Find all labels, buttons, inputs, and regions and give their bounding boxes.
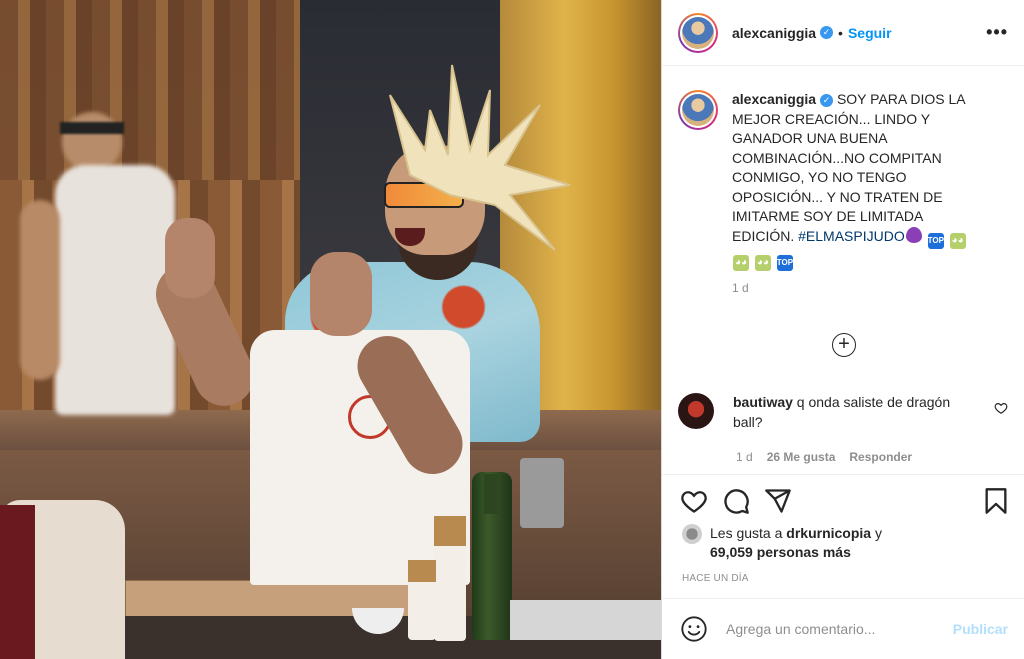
post-side-panel: alexcaniggia ✓ • Seguir ••• alexcaniggia… bbox=[661, 0, 1024, 659]
smile-icon[interactable] bbox=[680, 615, 708, 643]
verified-badge-icon: ✓ bbox=[820, 26, 834, 39]
caption-author-avatar[interactable] bbox=[678, 90, 718, 130]
commenter-username[interactable]: bautiway bbox=[733, 394, 793, 410]
likes-text: Les gusta a drkurnicopia y 69,059 person… bbox=[710, 524, 882, 562]
add-comment-bar: Publicar bbox=[662, 598, 1024, 659]
post-photo[interactable] bbox=[0, 0, 661, 659]
top-emoji-icon: TOP bbox=[776, 254, 793, 271]
hashtag-link[interactable]: #ELMASPIJUDO bbox=[798, 228, 905, 244]
caption: alexcaniggia ✓ SOY PARA DIOS LA MEJOR CRE… bbox=[678, 90, 1008, 298]
share-icon[interactable] bbox=[764, 487, 792, 515]
likes-count[interactable]: 69,059 personas más bbox=[710, 544, 851, 560]
commenter-avatar[interactable] bbox=[678, 393, 714, 429]
bookmark-icon[interactable] bbox=[982, 487, 1010, 515]
liker-username[interactable]: drkurnicopia bbox=[786, 525, 871, 541]
pig-nose-emoji-icon: ◕◕ bbox=[733, 254, 749, 271]
action-bar bbox=[662, 474, 1024, 526]
comment-time[interactable]: 1 d bbox=[736, 450, 753, 464]
post-header: alexcaniggia ✓ • Seguir ••• bbox=[662, 0, 1024, 66]
comment-meta: 1 d 26 Me gusta Responder bbox=[736, 450, 912, 464]
spiky-hair-shape bbox=[389, 64, 571, 251]
pig-nose-emoji-icon: ◕◕ bbox=[949, 232, 966, 249]
verified-badge-icon: ✓ bbox=[820, 93, 834, 107]
follow-button[interactable]: Seguir bbox=[848, 25, 892, 41]
comment-likes[interactable]: 26 Me gusta bbox=[767, 450, 836, 464]
publish-button[interactable]: Publicar bbox=[953, 621, 1008, 637]
top-emoji-icon: TOP bbox=[927, 232, 944, 249]
caption-time[interactable]: 1 d bbox=[732, 279, 982, 299]
likes-prefix: Les gusta a bbox=[710, 525, 783, 541]
comment-like-heart-icon[interactable] bbox=[994, 401, 1008, 415]
plus-circle-icon[interactable]: + bbox=[832, 333, 856, 357]
caption-username[interactable]: alexcaniggia bbox=[732, 91, 816, 107]
post-age[interactable]: HACE UN DÍA bbox=[682, 573, 749, 584]
liker-avatar[interactable] bbox=[682, 524, 702, 544]
heart-icon[interactable] bbox=[680, 487, 708, 515]
likes-connector: y bbox=[874, 525, 882, 541]
comment-input[interactable] bbox=[724, 620, 948, 638]
comment-text: bautiway q onda saliste de dragón ball? bbox=[733, 393, 958, 432]
separator-dot: • bbox=[838, 24, 843, 41]
likes-summary: Les gusta a drkurnicopia y 69,059 person… bbox=[682, 524, 882, 562]
more-options-icon[interactable]: ••• bbox=[986, 22, 1008, 43]
author-username[interactable]: alexcaniggia bbox=[732, 25, 816, 41]
instagram-post: alexcaniggia ✓ • Seguir ••• alexcaniggia… bbox=[0, 0, 1024, 659]
reply-button[interactable]: Responder bbox=[849, 450, 912, 464]
comment-item: bautiway q onda saliste de dragón ball? bbox=[678, 393, 1008, 432]
author-avatar[interactable] bbox=[678, 12, 718, 53]
caption-text: alexcaniggia ✓ SOY PARA DIOS LA MEJOR CRE… bbox=[732, 90, 982, 298]
eggplant-emoji-icon bbox=[905, 226, 922, 243]
pig-nose-emoji-icon: ◕◕ bbox=[754, 254, 771, 271]
comment-icon[interactable] bbox=[722, 487, 750, 515]
caption-body: SOY PARA DIOS LA MEJOR CREACIÓN... LINDO… bbox=[732, 91, 965, 244]
